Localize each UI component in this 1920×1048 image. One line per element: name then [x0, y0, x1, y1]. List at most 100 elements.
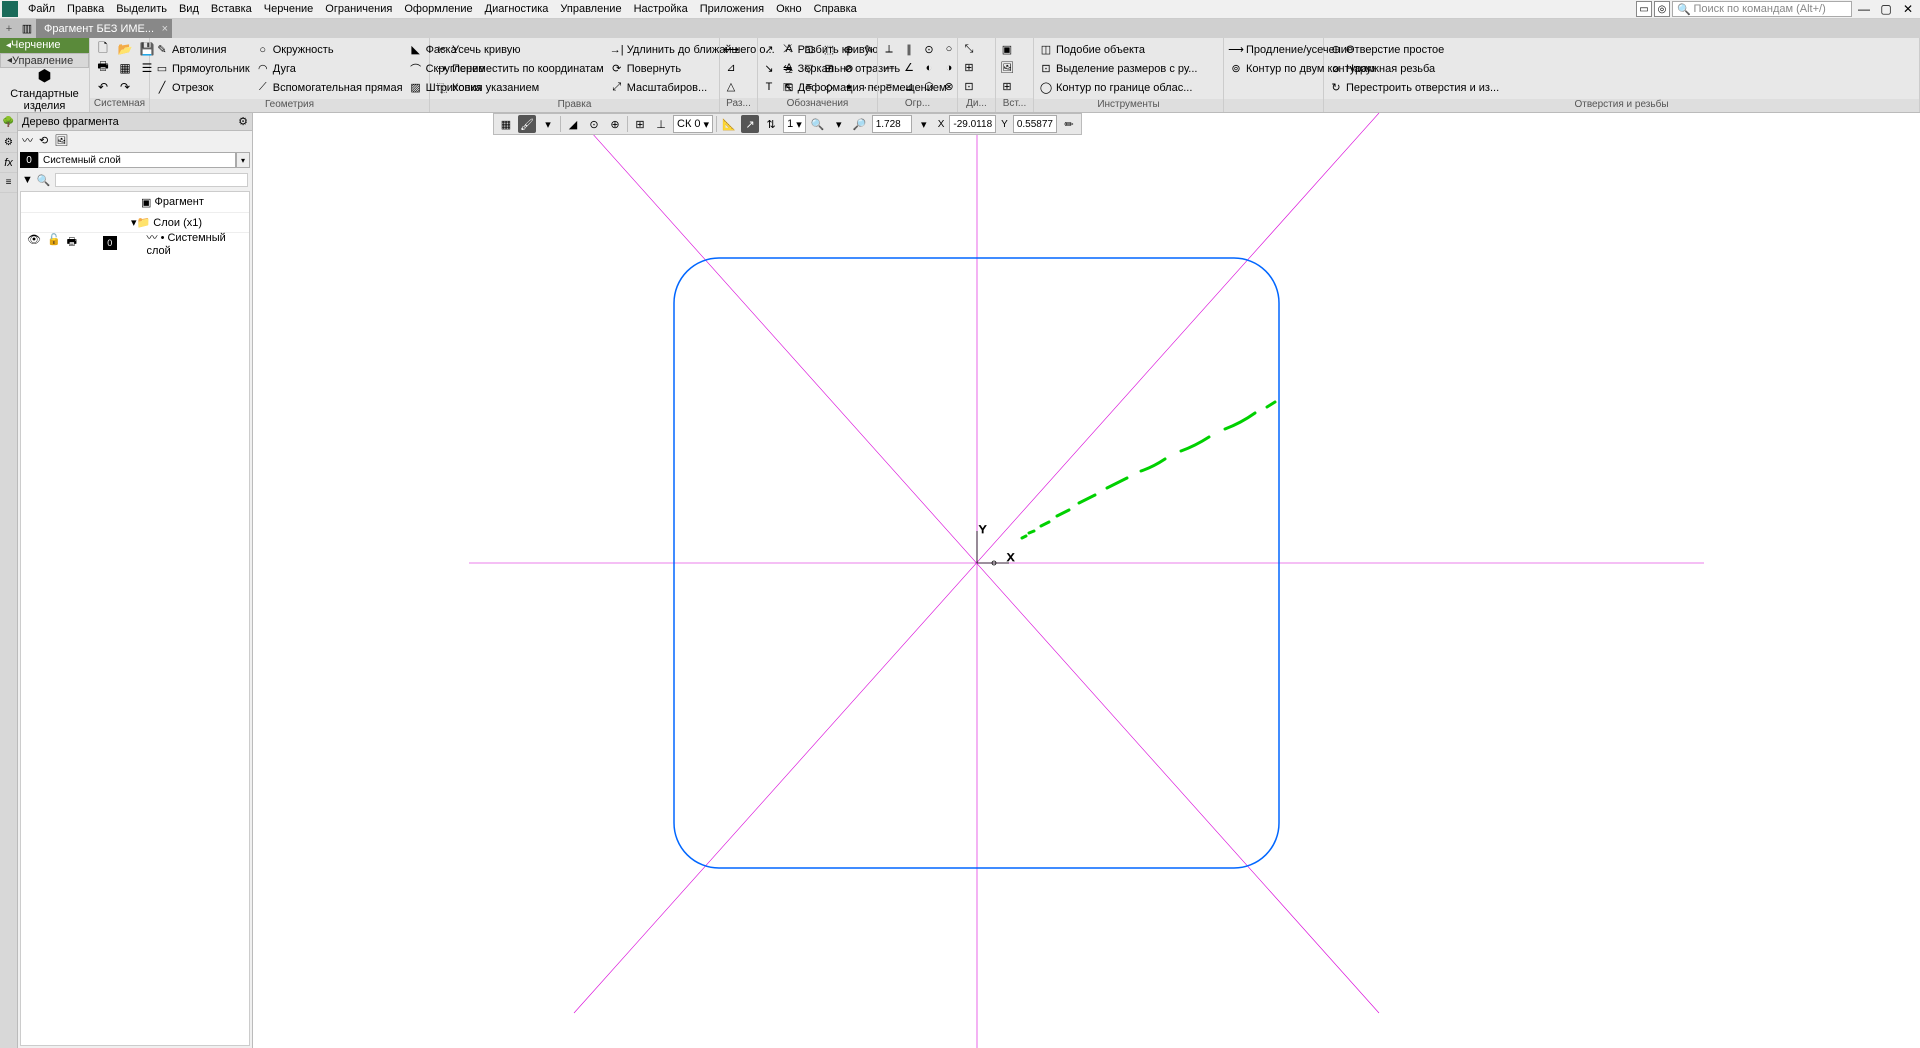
con-icon[interactable]: ⊙ — [920, 40, 938, 58]
ortho-icon[interactable]: ⊥ — [652, 115, 670, 133]
con-icon[interactable]: ⟂ — [880, 40, 898, 58]
annot-icon[interactable]: ✎ — [860, 40, 878, 58]
vtab-fx[interactable]: fx — [0, 153, 17, 173]
document-tab[interactable]: Фрагмент БЕЗ ИМЕ... × — [36, 19, 172, 38]
target-icon[interactable]: ◎ — [1654, 1, 1670, 17]
eye-icon[interactable]: 👁 — [27, 233, 41, 252]
command-search[interactable]: 🔍 Поиск по командам (Alt+/) — [1672, 1, 1852, 17]
step-dropdown[interactable]: 1 ▾ — [783, 115, 806, 133]
ins-icon[interactable]: ⊞ — [998, 78, 1016, 96]
zoom-icon[interactable]: 🔎 — [851, 115, 869, 133]
rectangle-button[interactable]: ▭Прямоугольник — [152, 59, 253, 78]
lock-icon[interactable]: 🔓 — [47, 233, 61, 252]
menu-diagnostic[interactable]: Диагностика — [479, 1, 555, 17]
zoom-value[interactable]: 1.728 — [872, 115, 912, 133]
ribbon-tab-drawing[interactable]: ◂ Черчение — [0, 38, 89, 53]
dim2-icon[interactable]: ⊿ — [722, 59, 740, 77]
move-button[interactable]: ⇢Переместить по координатам — [432, 59, 607, 78]
con-icon[interactable]: ⬡ — [920, 78, 938, 96]
snap2-icon[interactable]: ⊙ — [585, 115, 603, 133]
menu-help[interactable]: Справка — [808, 1, 863, 17]
con-icon[interactable]: ◑ — [940, 59, 958, 77]
annot-icon[interactable]: ⊡ — [800, 40, 818, 58]
tree-root[interactable]: ▣ Фрагмент — [21, 192, 249, 212]
preview-icon[interactable]: ▦ — [116, 59, 134, 77]
grid2-icon[interactable]: ⊞ — [631, 115, 649, 133]
print-icon[interactable]: 🖶 — [94, 59, 112, 77]
con-icon[interactable]: ∥ — [900, 40, 918, 58]
y-value[interactable]: 0.55877 — [1013, 115, 1057, 133]
zoomfit-icon[interactable]: 🔍 — [809, 115, 827, 133]
annot-icon[interactable]: ⊞ — [820, 59, 838, 77]
menu-settings[interactable]: Настройка — [628, 1, 694, 17]
snap-icon[interactable]: ◢ — [564, 115, 582, 133]
copy-button[interactable]: ⿻Копия указанием — [432, 78, 607, 97]
menu-format[interactable]: Оформление — [398, 1, 478, 17]
annot-icon[interactable]: ✦ — [840, 78, 858, 96]
con-icon[interactable]: = — [880, 78, 898, 96]
seldim-button[interactable]: ⊡Выделение размеров с ру... — [1036, 59, 1200, 78]
rebuild-button[interactable]: ↻Перестроить отверстия и из... — [1326, 78, 1502, 97]
brush-icon[interactable]: 🖌 — [518, 115, 536, 133]
tool-icon[interactable]: 〰 — [22, 132, 33, 148]
menu-view[interactable]: Вид — [173, 1, 205, 17]
tab-close-icon[interactable]: × — [162, 23, 168, 35]
annot-icon[interactable]: ~ — [860, 59, 878, 77]
close-button[interactable]: ✕ — [1898, 1, 1918, 17]
menu-manage[interactable]: Управление — [554, 1, 627, 17]
annot-icon[interactable]: A̲ — [780, 59, 798, 77]
vtab-list[interactable]: ≡ — [0, 173, 17, 193]
con-icon[interactable]: — — [880, 59, 898, 77]
ins-icon[interactable]: 🖼 — [998, 59, 1016, 77]
menu-file[interactable]: Файл — [22, 1, 61, 17]
chevron-down-icon[interactable]: ▾ — [236, 152, 250, 168]
dropdown-icon[interactable]: ▾ — [539, 115, 557, 133]
vtab-params[interactable]: ⚙ — [0, 133, 17, 153]
undo-icon[interactable]: ↶ — [94, 78, 112, 96]
filter-icon[interactable]: ▼ — [22, 174, 33, 186]
con-icon[interactable]: ○ — [940, 40, 958, 58]
tool-icon[interactable]: ⟲ — [39, 134, 48, 147]
annot-icon[interactable]: ⊘ — [840, 59, 858, 77]
gear-icon[interactable]: ⚙ — [238, 115, 248, 128]
diag-icon[interactable]: ⤡ — [960, 40, 978, 58]
annot-icon[interactable]: A — [780, 40, 798, 58]
ins-icon[interactable]: ▣ — [998, 40, 1016, 58]
menu-select[interactable]: Выделить — [110, 1, 173, 17]
vtab-tree[interactable]: 🌳 — [0, 113, 17, 133]
annot-icon[interactable]: ↘ — [760, 59, 778, 77]
menu-drawing[interactable]: Черчение — [258, 1, 320, 17]
menu-constraints[interactable]: Ограничения — [319, 1, 398, 17]
layout-icon[interactable]: ▭ — [1636, 1, 1652, 17]
ribbon-tab-manage[interactable]: ◂ Управление — [0, 53, 89, 68]
standard-parts-button[interactable]: ⬢ Стандартные изделия — [0, 68, 89, 112]
con-icon[interactable]: ◐ — [920, 59, 938, 77]
annot-icon[interactable]: T — [760, 78, 778, 96]
menu-edit[interactable]: Правка — [61, 1, 110, 17]
arc-button[interactable]: ◠Дуга — [253, 59, 406, 78]
maximize-button[interactable]: ▢ — [1876, 1, 1896, 17]
con-icon[interactable]: ⊗ — [940, 78, 958, 96]
menu-window[interactable]: Окно — [770, 1, 808, 17]
tree-layer-item[interactable]: 👁 🔓 🖶 0 〰 • Системный слой — [21, 232, 249, 252]
annot-icon[interactable]: ⬚ — [820, 40, 838, 58]
circle-button[interactable]: ○Окружность — [253, 40, 406, 59]
dim1-icon[interactable]: ⟷ — [722, 40, 740, 58]
minimize-button[interactable]: — — [1854, 1, 1874, 17]
thread-button[interactable]: ⌀Наружная резьба — [1326, 59, 1502, 78]
autoline-button[interactable]: ✎Автолиния — [152, 40, 253, 59]
segment-button[interactable]: ╱Отрезок — [152, 78, 253, 97]
print-icon[interactable]: 🖶 — [67, 233, 77, 252]
snap3-icon[interactable]: ⊕ — [606, 115, 624, 133]
tool-icon[interactable]: 🖼 — [54, 134, 68, 147]
new-icon[interactable]: 🗋 — [94, 40, 112, 58]
con-icon[interactable]: ∠ — [900, 59, 918, 77]
offset-button[interactable]: ◫Подобие объекта — [1036, 40, 1200, 59]
grid-icon[interactable]: ▦ — [497, 115, 515, 133]
dropdown-icon[interactable]: ▾ — [830, 115, 848, 133]
track-icon[interactable]: ↗ — [741, 115, 759, 133]
picker-icon[interactable]: ✏ — [1060, 115, 1078, 133]
x-value[interactable]: -29.0118 — [949, 115, 996, 133]
ortho2-icon[interactable]: 📐 — [720, 115, 738, 133]
diag-icon[interactable]: ⊞ — [960, 59, 978, 77]
